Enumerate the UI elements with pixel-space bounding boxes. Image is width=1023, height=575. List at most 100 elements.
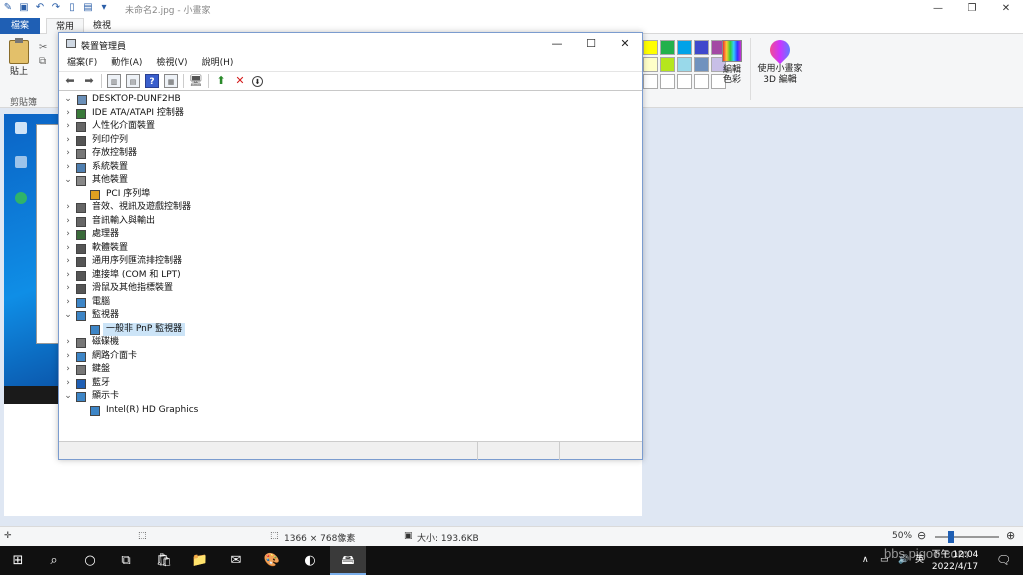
mini-device-manager-thumbnail [36,124,60,344]
back-icon[interactable]: ⬅ [63,74,77,88]
zoom-slider[interactable] [935,531,999,543]
device-manager-statusbar [59,441,642,460]
paint-taskbar-icon[interactable]: 🎨 [254,546,290,575]
show-hide-console-tree-icon[interactable]: ▥ [107,74,121,88]
clock-date: 2022/4/17 [931,562,979,572]
task-view-icon[interactable]: ⧉ [108,546,144,575]
expand-chevron-icon[interactable]: › [63,255,73,269]
menu-file[interactable]: 檔案(F) [67,55,97,71]
minimize-button[interactable]: — [921,0,955,18]
computer-icon [76,297,86,308]
expand-chevron-icon[interactable]: › [63,377,73,391]
action-pane-icon[interactable]: ▦ [164,74,178,88]
notification-icon[interactable]: 🗨 [996,546,1011,575]
start-button[interactable]: ⊞ [0,546,36,575]
menu-view[interactable]: 檢視(V) [156,55,187,71]
expand-chevron-icon[interactable]: › [63,134,73,148]
save-icon[interactable]: ▣ [18,2,30,14]
color-swatch[interactable] [643,74,658,89]
open-icon[interactable]: ▤ [82,2,94,14]
cut-icon[interactable]: ✂ [39,42,47,53]
store-icon[interactable]: 🛍 [146,546,182,575]
menu-help[interactable]: 說明(H) [202,55,234,71]
zoom-slider-thumb[interactable] [948,531,954,543]
expand-chevron-icon[interactable]: › [63,269,73,283]
color-spectrum-icon [722,40,742,62]
speaker-icon [76,203,86,213]
copy-icon[interactable]: ⧉ [39,56,46,67]
properties-icon[interactable]: ▤ [126,74,140,88]
color-swatch[interactable] [643,40,658,55]
color-swatch[interactable] [694,40,709,55]
tree-item-label: 藍牙 [92,377,111,388]
color-swatch[interactable] [677,57,692,72]
disable-device-icon[interactable]: ⬇ [252,75,263,87]
edit-with-paint3d-button[interactable]: 使用小畫家 3D 編輯 [756,35,804,86]
expand-chevron-icon[interactable]: › [63,107,73,121]
thumbnail-taskbar [4,386,60,404]
expand-chevron-icon[interactable]: › [63,161,73,175]
undo-icon[interactable]: ↶ [34,2,46,14]
expand-chevron-icon[interactable]: › [63,336,73,350]
color-swatch[interactable] [660,74,675,89]
dm-close-button[interactable]: ✕ [608,33,642,55]
paint-titlebar: ✎ ▣ ↶ ↷ ▯ ▤ ▾ 未命名2.jpg - 小畫家 — ❐ ✕ [0,0,1023,18]
new-icon[interactable]: ▯ [66,2,78,14]
show-hidden-icons[interactable]: ∧ [862,546,869,575]
tab-file[interactable]: 檔案 [0,18,40,34]
close-button[interactable]: ✕ [989,0,1023,18]
color-swatch[interactable] [677,74,692,89]
edit-colors-button[interactable]: 編輯色彩 [719,40,745,85]
collapse-chevron-icon[interactable]: ⌄ [63,390,73,404]
tree-item-label: 電腦 [92,296,111,307]
expand-chevron-icon[interactable]: › [63,228,73,242]
ribbon-separator [750,38,751,100]
color-swatch[interactable] [643,57,658,72]
color-swatch[interactable] [660,57,675,72]
collapse-chevron-icon[interactable]: ⌄ [63,174,73,188]
expand-chevron-icon[interactable]: › [63,147,73,161]
redo-icon[interactable]: ↷ [50,2,62,14]
color-swatch[interactable] [694,74,709,89]
cortana-icon[interactable]: ○ [72,546,108,575]
uninstall-device-icon[interactable]: ✕ [233,74,247,88]
collapse-chevron-icon[interactable]: ⌄ [63,93,73,107]
edit-colors-label: 編輯色彩 [722,65,741,85]
paste-button[interactable]: 貼上 [6,38,32,88]
file-size-icon: ▣ [404,531,413,541]
expand-chevron-icon[interactable]: › [63,363,73,377]
expand-chevron-icon[interactable]: › [63,215,73,229]
forward-icon[interactable]: ➡ [82,74,96,88]
monitor-icon [76,311,86,321]
edge-icon[interactable]: ◐ [292,546,328,575]
file-explorer-icon[interactable]: 📁 [182,546,218,575]
update-driver-icon[interactable]: ⬆ [214,74,228,88]
expand-chevron-icon[interactable]: › [63,350,73,364]
expand-chevron-icon[interactable]: › [63,201,73,215]
color-swatch[interactable] [677,40,692,55]
device-manager-title: 裝置管理員 [81,42,127,52]
root-computer-name: DESKTOP-DUNF2HB [92,94,181,104]
zoom-in-button[interactable]: ⊕ [1006,529,1015,542]
help-icon[interactable]: ? [145,74,159,88]
dm-minimize-button[interactable]: — [540,33,574,55]
expand-chevron-icon[interactable]: › [63,296,73,310]
collapse-chevron-icon[interactable]: ⌄ [63,309,73,323]
menu-action[interactable]: 動作(A) [111,55,142,71]
expand-chevron-icon[interactable]: › [63,120,73,134]
expand-chevron-icon[interactable]: › [63,242,73,256]
color-swatch[interactable] [660,40,675,55]
zoom-out-button[interactable]: ⊖ [917,529,926,542]
scan-hardware-icon[interactable]: 🖥 [189,74,203,88]
clipboard-icon [9,38,29,64]
tree-item-label: IDE ATA/ATAPI 控制器 [92,107,184,118]
customize-qat-icon[interactable]: ▾ [98,2,110,14]
maximize-button[interactable]: ❐ [955,0,989,18]
search-icon[interactable]: ⌕ [36,546,72,575]
dm-maximize-button[interactable]: ☐ [574,33,608,55]
device-manager-taskbar-icon[interactable]: 🖴 [330,546,366,575]
toolbar-separator [208,74,209,88]
color-swatch[interactable] [694,57,709,72]
expand-chevron-icon[interactable]: › [63,282,73,296]
mail-icon[interactable]: ✉ [218,546,254,575]
